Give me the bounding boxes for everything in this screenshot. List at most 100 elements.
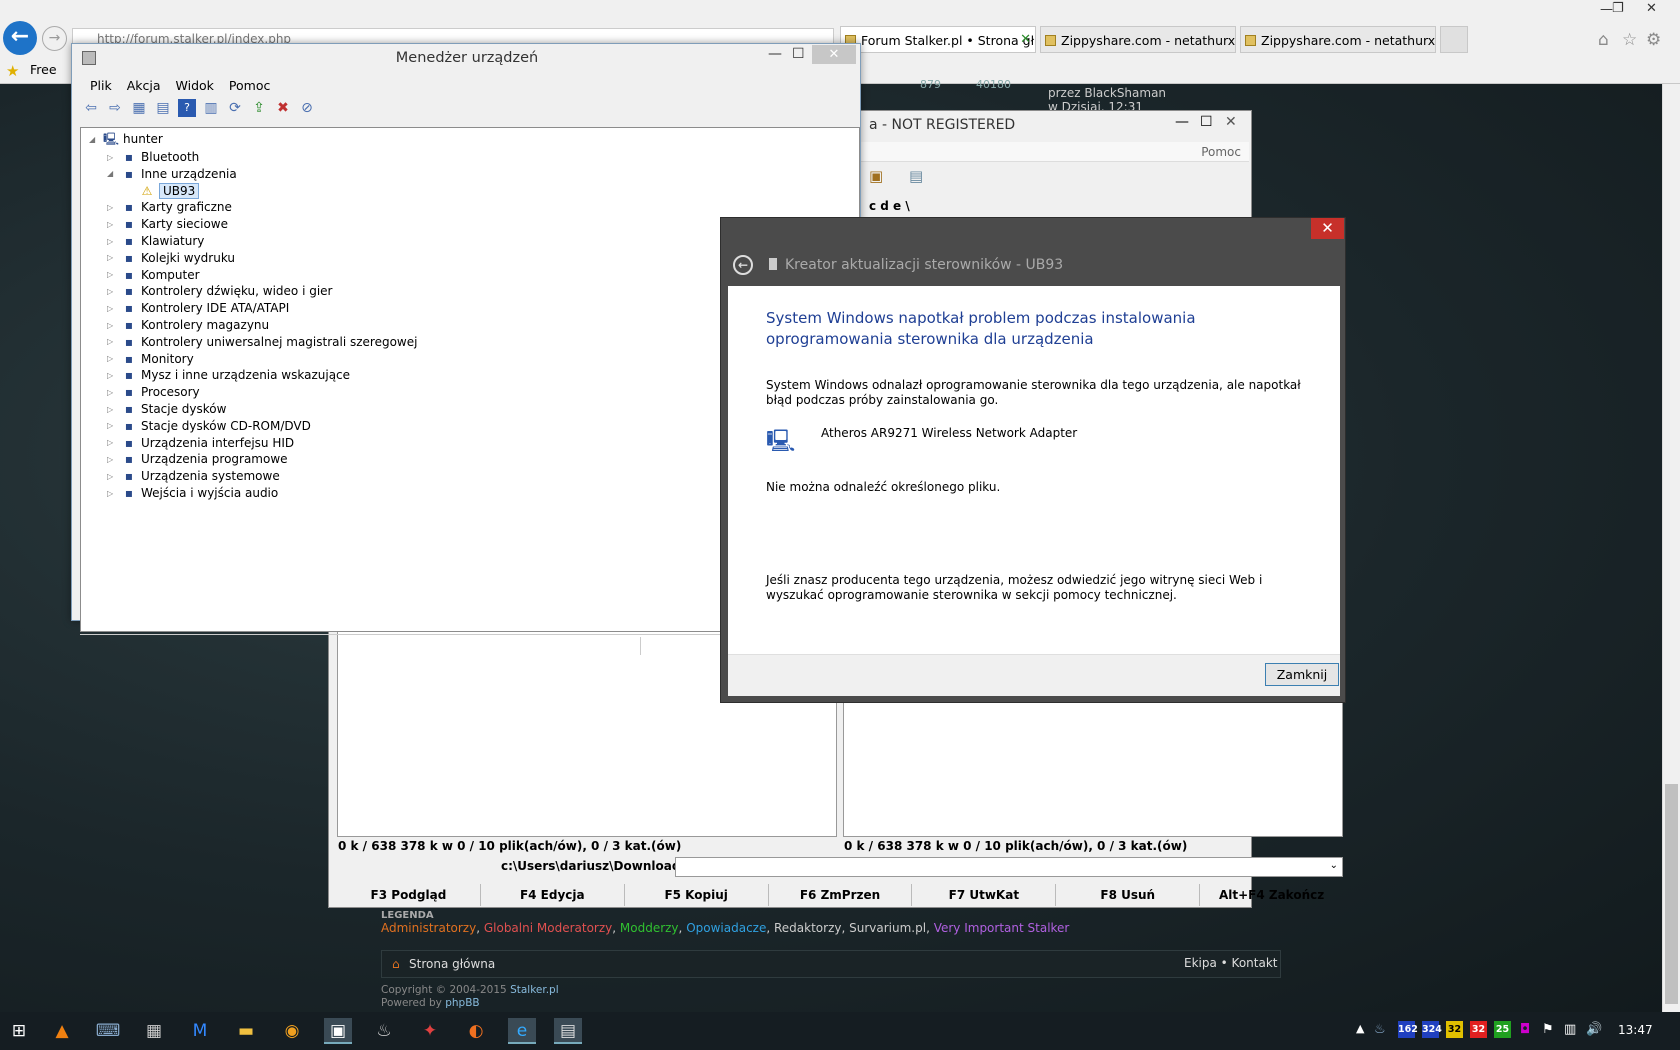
tree-item[interactable]: ▷ ▪ Wejścia i wyjścia audio [107, 484, 278, 502]
expand-arrow-icon[interactable]: ▷ [107, 455, 121, 464]
altf4-exit-button[interactable]: Alt+F4 Zakończ [1200, 884, 1343, 906]
legend-item[interactable]: Very Important Stalker [934, 921, 1070, 935]
expand-arrow-icon[interactable]: ▷ [107, 337, 121, 346]
tray-steam-icon[interactable]: ♨ [1374, 1022, 1386, 1037]
collapse-arrow-icon[interactable]: ◢ [89, 135, 103, 144]
legend-item[interactable]: Survarium.pl [849, 921, 926, 935]
tree-item[interactable]: ▷ ▪ Kolejki wydruku [107, 249, 235, 267]
device-manager-taskbar-icon[interactable]: ▤ [554, 1018, 582, 1044]
f5-copy-button[interactable]: F5 Kopiuj [625, 884, 769, 906]
tree-item[interactable]: ▷ ▪ Bluetooth [107, 148, 199, 166]
back-icon[interactable]: ⇦ [82, 99, 100, 117]
tc-drive-bar[interactable]: c d e \ [869, 199, 910, 213]
list-view-icon[interactable]: ▥ [202, 99, 220, 117]
f7-mkdir-button[interactable]: F7 UtwKat [912, 884, 1057, 906]
network-icon[interactable]: ▥ [1564, 1022, 1576, 1037]
scan-hardware-icon[interactable]: ⟳ [226, 99, 244, 117]
keyboard-icon[interactable]: ⌨ [94, 1018, 122, 1044]
volume-icon[interactable]: 🔊 [1586, 1022, 1602, 1037]
f4-edit-button[interactable]: F4 Edycja [481, 884, 625, 906]
steam-icon[interactable]: ♨ [370, 1018, 398, 1044]
restore-icon[interactable]: ❐ [1612, 1, 1624, 16]
browser-tab-forum[interactable]: Forum Stalker.pl • Strona gł... ✕ [840, 26, 1036, 53]
forward-icon[interactable]: ⇨ [106, 99, 124, 117]
scrollbar-thumb[interactable] [1665, 784, 1678, 1004]
settings-gear-icon[interactable]: ⚙ [1646, 30, 1661, 50]
legend-item[interactable]: Modderzy [620, 921, 679, 935]
tree-root[interactable]: ◢ 🖳 hunter [89, 130, 163, 148]
menu-file[interactable]: Plik [90, 74, 121, 96]
update-driver-icon[interactable]: ⇪ [250, 99, 268, 117]
tray-badge-1[interactable]: 162 [1398, 1021, 1418, 1038]
legend-item[interactable]: Globalni Moderatorzy [484, 921, 612, 935]
favorites-item[interactable]: Free [30, 62, 57, 77]
help-icon[interactable]: ? [178, 99, 196, 117]
menu-action[interactable]: Akcja [127, 74, 170, 96]
tc-notepad-icon[interactable]: ▤ [909, 167, 923, 185]
legend-item[interactable]: Administratorzy [381, 921, 476, 935]
collapse-arrow-icon[interactable]: ◢ [107, 169, 121, 178]
tray-expand-icon[interactable]: ▲ [1356, 1022, 1364, 1035]
app-icon[interactable]: ✦ [416, 1018, 444, 1044]
folder-icon[interactable]: ▬ [232, 1018, 260, 1044]
tree-item[interactable]: ▷ ▪ Kontrolery magazynu [107, 316, 269, 334]
menu-view[interactable]: Widok [176, 74, 223, 96]
tab-close-icon[interactable]: ✕ [1020, 32, 1031, 47]
expand-arrow-icon[interactable]: ▷ [107, 304, 121, 313]
clock[interactable]: 13:47 [1618, 1023, 1653, 1037]
expand-arrow-icon[interactable]: ▷ [107, 489, 121, 498]
firefox-icon[interactable]: ◐ [462, 1018, 490, 1044]
legend-item[interactable]: Redaktorzy [774, 921, 841, 935]
close-icon[interactable]: ✕ [1311, 218, 1344, 239]
browser-tab-zippy-2[interactable]: Zippyshare.com - netathurx.inf [1240, 26, 1436, 53]
tree-item[interactable]: ▷ ▪ Kontrolery uniwersalnej magistrali sze… [107, 333, 417, 351]
tree-item[interactable]: ▷ ▪ Urządzenia systemowe [107, 467, 280, 485]
page-scrollbar[interactable] [1662, 84, 1680, 1012]
tray-badge-2[interactable]: 324 [1422, 1021, 1442, 1038]
minimize-icon[interactable]: — [768, 46, 782, 62]
expand-arrow-icon[interactable]: ▷ [107, 287, 121, 296]
close-button[interactable]: Zamknij [1265, 663, 1339, 686]
expand-arrow-icon[interactable]: ▷ [107, 237, 121, 246]
expand-arrow-icon[interactable]: ▷ [107, 321, 121, 330]
chevron-down-icon[interactable]: ⌄ [1330, 860, 1338, 871]
new-tab-button[interactable] [1440, 26, 1468, 53]
expand-arrow-icon[interactable]: ▷ [107, 371, 121, 380]
maximize-icon[interactable]: ☐ [1200, 114, 1213, 130]
home-icon[interactable]: ⌂ [1598, 30, 1609, 50]
legend-item[interactable]: Opowiadacze [686, 921, 766, 935]
favorites-star-icon[interactable]: ☆ [1622, 30, 1637, 50]
tc-command-line[interactable]: ⌄ [675, 857, 1343, 877]
expand-arrow-icon[interactable]: ▷ [107, 153, 121, 162]
malwarebytes-icon[interactable]: M [186, 1018, 214, 1044]
tree-item[interactable]: ▷ ▪ Monitory [107, 350, 194, 368]
expand-arrow-icon[interactable]: ▷ [107, 220, 121, 229]
browser-tab-zippy-1[interactable]: Zippyshare.com - netathurx.inf [1040, 26, 1236, 53]
tree-item[interactable]: ▷ ▪ Karty sieciowe [107, 215, 228, 233]
nav-home-link[interactable]: Strona główna [409, 957, 495, 971]
f8-delete-button[interactable]: F8 Usuń [1056, 884, 1201, 906]
close-icon[interactable]: ✕ [812, 45, 856, 64]
tray-badge-3[interactable]: 32 [1446, 1021, 1463, 1038]
tree-item[interactable]: ▷ ▪ Klawiatury [107, 232, 204, 250]
tree-item[interactable]: ◢ ▪ Inne urządzenia [107, 165, 237, 183]
favorites-bar-star-icon[interactable]: ★ [6, 62, 19, 80]
media-icon[interactable]: ◉ [278, 1018, 306, 1044]
back-arrow-icon[interactable]: ← [733, 255, 753, 275]
expand-arrow-icon[interactable]: ▷ [107, 438, 121, 447]
expand-arrow-icon[interactable]: ▷ [107, 421, 121, 430]
f3-view-button[interactable]: F3 Podgląd [337, 884, 481, 906]
tray-badge-5[interactable]: 25 [1494, 1021, 1511, 1038]
expand-arrow-icon[interactable]: ▷ [107, 203, 121, 212]
disable-icon[interactable]: ⊘ [298, 99, 316, 117]
expand-arrow-icon[interactable]: ▷ [107, 270, 121, 279]
film-icon[interactable]: ▦ [140, 1018, 168, 1044]
tc-toolbar-icon[interactable]: ▣ [869, 167, 883, 185]
menu-help[interactable]: Pomoc [229, 74, 279, 96]
tree-item[interactable]: ▷ ▪ Urządzenia interfejsu HID [107, 434, 294, 452]
tree-item[interactable]: ▷ ▪ Karty graficzne [107, 198, 232, 216]
minimize-icon[interactable]: — [1175, 114, 1189, 130]
f6-move-button[interactable]: F6 ZmPrzen [769, 884, 913, 906]
expand-arrow-icon[interactable]: ▷ [107, 253, 121, 262]
tree-item[interactable]: ▷ ▪ Komputer [107, 266, 200, 284]
